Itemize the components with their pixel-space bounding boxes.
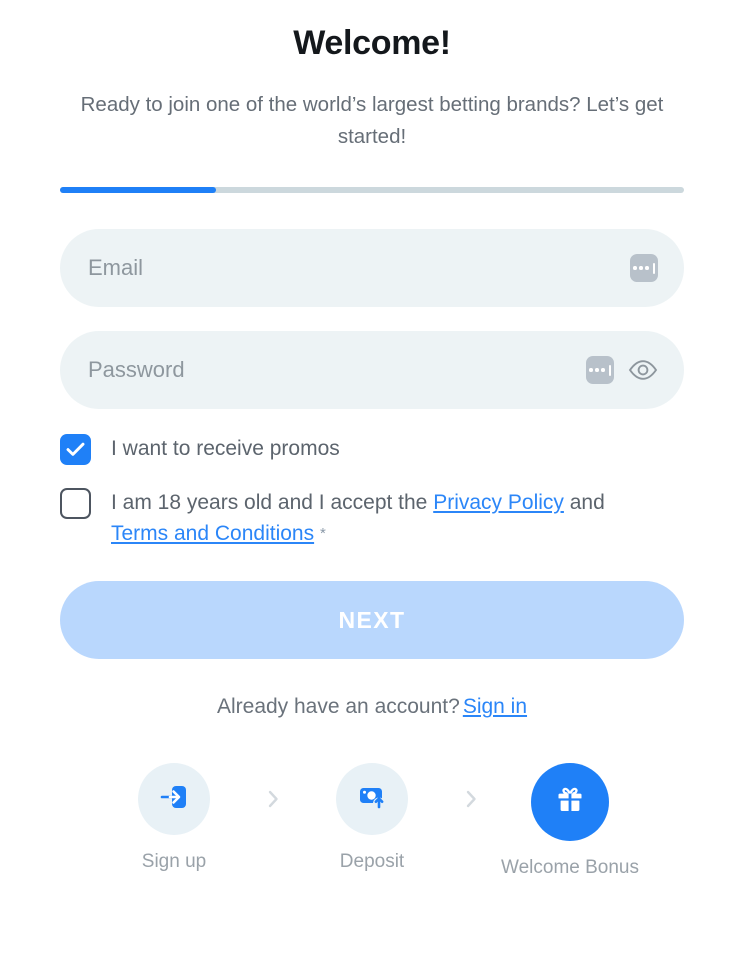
promos-checkbox[interactable]: [60, 434, 91, 465]
required-asterisk: *: [319, 525, 326, 542]
deposit-card-icon: [355, 780, 389, 819]
sign-in-link[interactable]: Sign in: [463, 695, 527, 718]
terms-text-2: and: [563, 491, 605, 514]
promos-checkbox-label: I want to receive promos: [111, 437, 340, 460]
step-deposit-label: Deposit: [339, 851, 405, 872]
step-deposit[interactable]: Deposit: [292, 763, 452, 873]
chevron-right-icon: [268, 790, 278, 808]
eye-icon[interactable]: [628, 359, 658, 381]
consent-checkboxes: I want to receive promos I am 18 years o…: [0, 433, 744, 549]
email-field-icons: [630, 254, 684, 282]
page-title: Welcome!: [293, 24, 451, 62]
terms-conditions-link[interactable]: Terms and Conditions: [111, 522, 314, 545]
gift-icon: [553, 783, 587, 822]
progress-bar-fill: [60, 187, 216, 193]
signin-prompt: Already have an account? Sign in: [0, 695, 744, 719]
step-separator-2: [452, 789, 490, 809]
step-welcome-bonus[interactable]: Welcome Bonus: [490, 763, 650, 879]
email-field-wrapper[interactable]: [60, 229, 684, 307]
chevron-right-icon: [466, 790, 476, 808]
login-arrow-icon: [157, 780, 191, 819]
password-field-icons: [586, 356, 684, 384]
signup-page: Welcome! Ready to join one of the world’…: [0, 0, 744, 980]
step-sign-up-circle: [138, 763, 210, 835]
email-input[interactable]: [60, 229, 630, 307]
dots-chip-icon[interactable]: [586, 356, 614, 384]
onboarding-steps: Sign up Deposit Welcome Bonus: [0, 763, 744, 879]
step-deposit-circle: [336, 763, 408, 835]
step-sign-up-label: Sign up: [141, 851, 207, 872]
next-button[interactable]: NEXT: [60, 581, 684, 659]
password-input[interactable]: [60, 331, 586, 409]
step-sign-up[interactable]: Sign up: [94, 763, 254, 873]
terms-text-1: I am 18 years old and I accept the: [111, 491, 434, 514]
signin-prompt-text: Already have an account?: [216, 695, 460, 718]
promos-checkbox-row[interactable]: I want to receive promos: [60, 433, 744, 465]
step-welcome-bonus-circle: [531, 763, 609, 841]
terms-checkbox[interactable]: [60, 488, 91, 519]
step-separator-1: [254, 789, 292, 809]
privacy-policy-link[interactable]: Privacy Policy: [433, 491, 564, 514]
signup-fields: [0, 229, 744, 409]
signup-progress-bar: [60, 187, 684, 193]
terms-checkbox-label: I am 18 years old and I accept the Priva…: [111, 487, 631, 549]
dots-chip-icon[interactable]: [630, 254, 658, 282]
checkmark-icon: [66, 442, 85, 456]
terms-checkbox-row[interactable]: I am 18 years old and I accept the Priva…: [60, 487, 744, 549]
password-field-wrapper[interactable]: [60, 331, 684, 409]
page-subtitle: Ready to join one of the world’s largest…: [80, 93, 664, 148]
step-welcome-bonus-label: Welcome Bonus: [501, 857, 639, 878]
